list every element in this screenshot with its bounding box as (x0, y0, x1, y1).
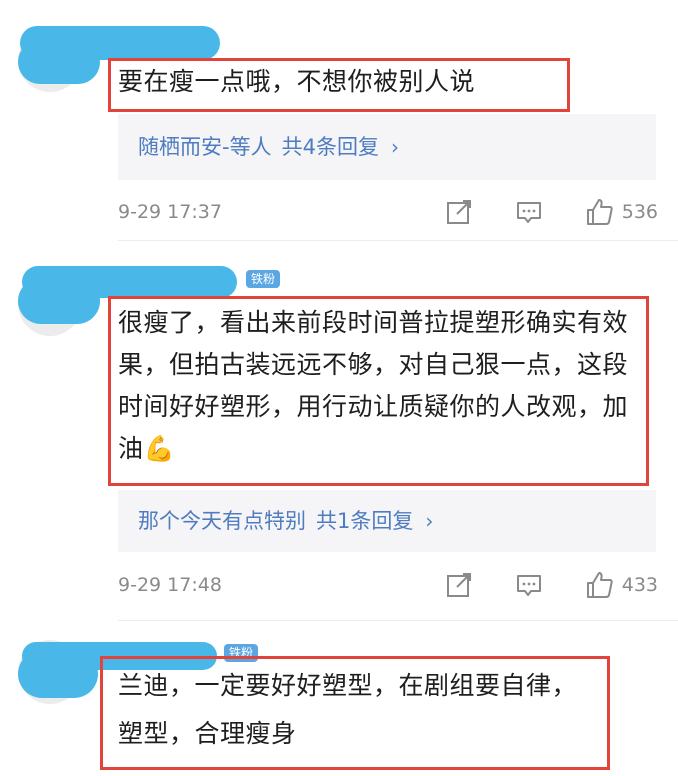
reply-summary[interactable]: 那个今天有点特别 共1条回复 › (118, 490, 656, 552)
comment-actions: 433 (404, 569, 658, 601)
comment-text: 要在瘦一点哦，不想你被别人说 (118, 67, 476, 96)
comment-text: 很瘦了，看出来前段时间普拉提塑形确实有效果，但拍古装远远不够，对自己狠一点，这段… (118, 308, 629, 463)
fan-badge: 铁粉 (246, 270, 281, 288)
comment-meta: 9-29 17:37 536 (118, 196, 658, 228)
chevron-right-icon: › (425, 509, 434, 533)
avatar-mask (18, 278, 100, 324)
avatar-mask (18, 650, 98, 698)
share-icon[interactable] (444, 197, 474, 227)
reply-count: 共4条回复 (281, 135, 379, 159)
reply-summary[interactable]: 随栖而安-等人 共4条回复 › (118, 114, 656, 180)
comment-meta: 9-29 17:48 433 (118, 569, 658, 601)
divider (118, 240, 678, 241)
like-count: 433 (621, 574, 658, 596)
avatar-mask (18, 40, 100, 84)
share-icon[interactable] (444, 570, 474, 600)
comment-text: 兰迪，一定要好好塑型，在剧组要自律，塑型，合理瘦身 (118, 671, 578, 748)
divider (118, 620, 678, 621)
timestamp: 9-29 17:37 (118, 201, 222, 223)
thumbs-up-icon[interactable] (584, 197, 614, 227)
comment-icon[interactable] (514, 570, 544, 600)
reply-count: 共1条回复 (316, 509, 414, 533)
reply-names: 随栖而安-等人 (138, 135, 272, 159)
reply-names: 那个今天有点特别 (138, 509, 306, 533)
chevron-right-icon: › (390, 135, 399, 159)
like-count: 536 (621, 201, 658, 223)
thumbs-up-icon[interactable] (584, 570, 614, 600)
comment-icon[interactable] (514, 197, 544, 227)
comment-actions: 536 (404, 196, 658, 228)
timestamp: 9-29 17:48 (118, 574, 222, 596)
